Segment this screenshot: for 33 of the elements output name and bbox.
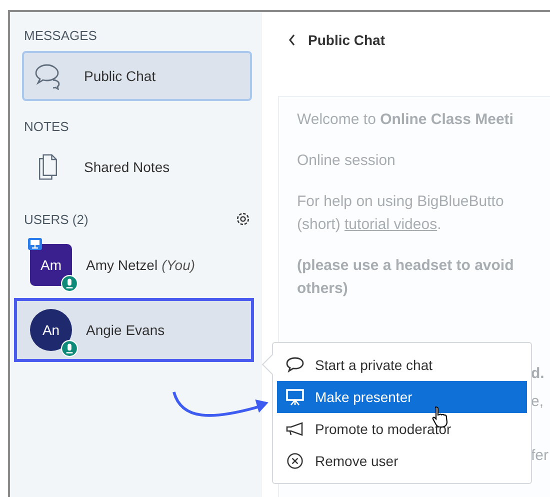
user-name: Angie Evans bbox=[86, 322, 165, 338]
back-link[interactable]: Public Chat bbox=[288, 32, 398, 48]
close-circle-icon bbox=[285, 452, 305, 470]
menu-item[interactable]: Start a private chat bbox=[277, 349, 527, 381]
section-heading: NOTES bbox=[24, 119, 70, 134]
user-row[interactable]: Am Amy Netzel (You) bbox=[10, 236, 262, 294]
speech-bubble-icon bbox=[285, 356, 305, 374]
message-text: (short) bbox=[297, 216, 342, 233]
message-text: others) bbox=[297, 280, 348, 297]
chat-bubbles-icon bbox=[34, 62, 62, 90]
message-text: . bbox=[437, 216, 442, 233]
message-text: Online session bbox=[297, 152, 396, 169]
section-heading: MESSAGES bbox=[24, 28, 98, 43]
microphone-icon bbox=[61, 275, 78, 292]
chevron-left-icon bbox=[288, 34, 296, 46]
menu-item[interactable]: Make presenter bbox=[277, 381, 527, 413]
message-text: e, bbox=[531, 393, 544, 410]
message-text: (please use a headset to avoid bbox=[297, 257, 514, 274]
user-name: Amy Netzel (You) bbox=[86, 257, 196, 273]
menu-item[interactable]: Promote to moderator bbox=[277, 413, 527, 445]
presentation-icon bbox=[285, 388, 305, 406]
megaphone-icon bbox=[285, 420, 305, 438]
microphone-icon bbox=[61, 340, 78, 357]
message-text: fer bbox=[531, 447, 549, 464]
message-text: Welcome to Online Class Meeti bbox=[297, 111, 514, 128]
message-text: d. bbox=[531, 365, 544, 382]
message-text: For help on using BigBlueButto bbox=[297, 193, 504, 210]
user-row[interactable]: An Angie Evans bbox=[14, 298, 254, 362]
section-heading: USERS (2) bbox=[24, 212, 88, 226]
sidebar-item[interactable]: Public Chat bbox=[22, 51, 252, 101]
sidebar-item[interactable]: Shared Notes bbox=[22, 142, 252, 192]
settings-icon[interactable] bbox=[234, 210, 252, 228]
menu-item[interactable]: Remove user bbox=[277, 445, 527, 477]
